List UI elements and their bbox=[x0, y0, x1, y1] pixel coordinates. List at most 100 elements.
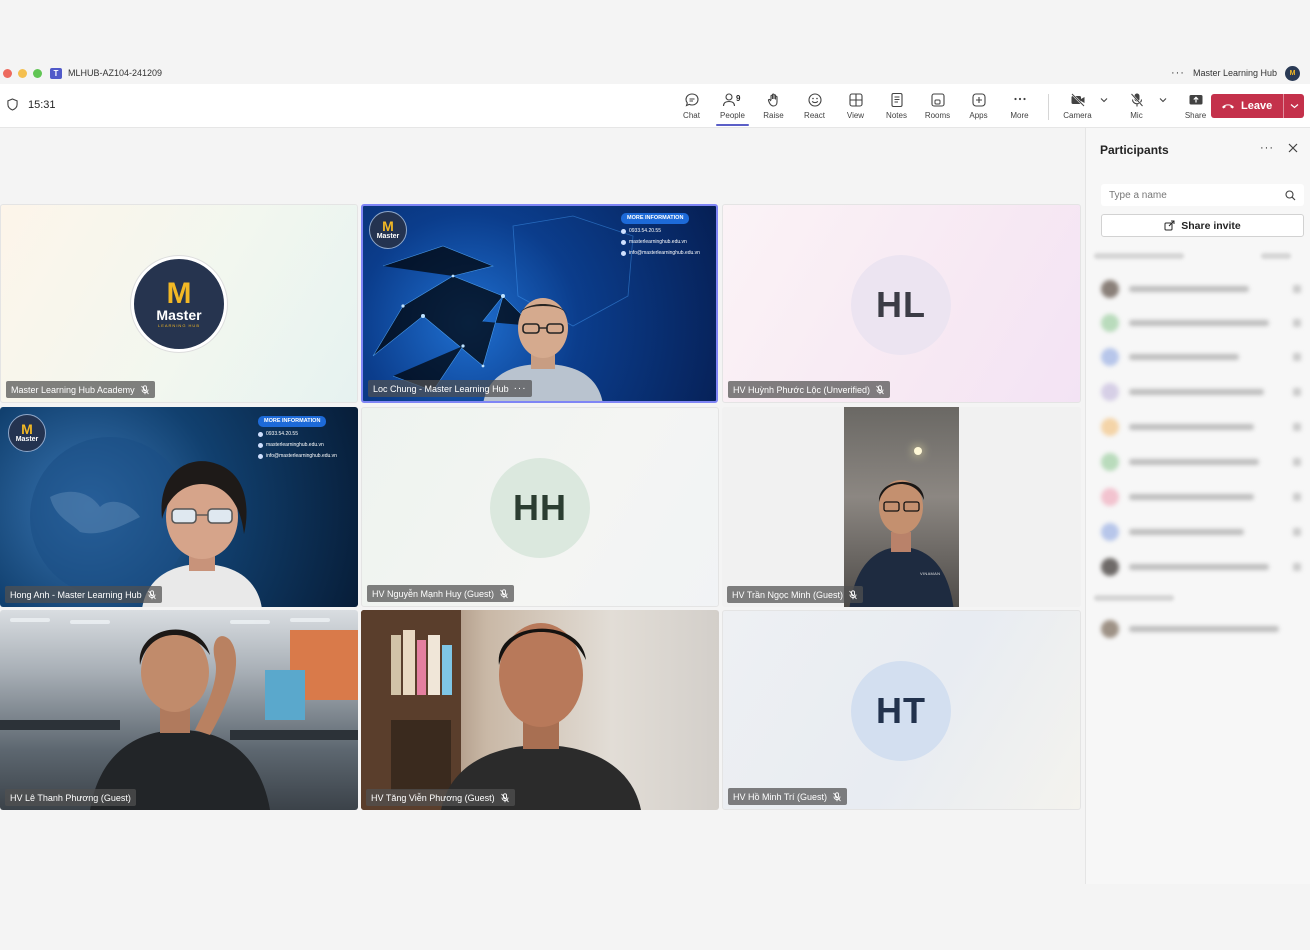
participant-list-item[interactable] bbox=[1101, 556, 1301, 578]
mic-off-icon bbox=[849, 589, 857, 599]
camera-off-icon bbox=[1070, 93, 1085, 107]
participant-name: HV Huỳnh Phước Lộc (Unverified) bbox=[733, 384, 870, 395]
participant-list-item[interactable] bbox=[1101, 451, 1301, 473]
participant-name-tag: HV Huỳnh Phước Lộc (Unverified) bbox=[728, 381, 890, 398]
panel-more-options-icon[interactable]: ··· bbox=[1260, 142, 1274, 154]
participant-list-item[interactable] bbox=[1101, 618, 1301, 640]
raise-hand-button[interactable]: Raise bbox=[753, 88, 794, 124]
camera-button[interactable]: Camera bbox=[1057, 88, 1098, 124]
window-title: MLHUB-AZ104-241209 bbox=[68, 68, 163, 78]
react-label: React bbox=[804, 111, 825, 120]
more-options-icon[interactable]: ··· bbox=[1171, 67, 1185, 79]
participant-video-person bbox=[90, 629, 270, 810]
react-button[interactable]: React bbox=[794, 88, 835, 124]
participant-list-item[interactable] bbox=[1101, 381, 1301, 403]
hand-icon bbox=[767, 93, 778, 107]
participant-tile[interactable]: HV Tăng Viễn Phương (Guest) bbox=[361, 610, 719, 810]
mic-off-icon bbox=[500, 792, 509, 802]
shirt-print: VINAMAN bbox=[920, 571, 941, 576]
participant-list-item[interactable] bbox=[1101, 416, 1301, 438]
participant-name-tag: Hong Anh - Master Learning Hub bbox=[5, 586, 162, 603]
participant-list-item[interactable] bbox=[1101, 346, 1301, 368]
contact-info-overlay: MORE INFORMATION 0933.54.20.55 masterlea… bbox=[621, 213, 700, 259]
camera-options-chevron-down-icon[interactable] bbox=[1098, 82, 1110, 118]
people-button[interactable]: 9 People bbox=[712, 88, 753, 126]
share-button[interactable]: Share bbox=[1175, 88, 1216, 124]
master-learning-hub-logo: M Master LEARNING HUB bbox=[131, 256, 227, 352]
avatar-initials: HH bbox=[490, 458, 590, 558]
list-mute-all[interactable] bbox=[1261, 253, 1291, 259]
participant-tile[interactable]: HH HV Nguyễn Mạnh Huy (Guest) bbox=[361, 407, 719, 607]
participant-list-item[interactable] bbox=[1101, 312, 1301, 334]
participant-name-tag: HV Trần Ngọc Minh (Guest) bbox=[727, 586, 864, 603]
avatar-initials: HT bbox=[851, 661, 951, 761]
participant-search-input[interactable]: Type a name bbox=[1101, 184, 1304, 206]
participant-video-person bbox=[142, 461, 262, 607]
participants-panel: Participants ··· Type a name Share invit… bbox=[1085, 128, 1310, 884]
view-label: View bbox=[846, 111, 865, 120]
share-screen-icon bbox=[1189, 95, 1202, 105]
participant-tile[interactable]: M Master LEARNING HUB Master Learning Hu… bbox=[0, 204, 358, 403]
participant-tile[interactable]: HL HV Huỳnh Phước Lộc (Unverified) bbox=[722, 204, 1081, 403]
participant-tile-active-speaker[interactable]: M Master MORE INFORMATION 0933.54.20.55 m… bbox=[361, 204, 718, 403]
master-logo-watermark: M Master bbox=[8, 414, 46, 452]
panel-title: Participants bbox=[1100, 143, 1169, 157]
mic-label: Mic bbox=[1130, 111, 1143, 120]
meeting-toolbar: 15:31 Chat 9 People Raise React View Not… bbox=[0, 84, 1310, 128]
participant-list-item[interactable] bbox=[1101, 521, 1301, 543]
participant-tile[interactable]: VINAMAN HV Trần Ngọc Minh (Guest) bbox=[722, 407, 1081, 607]
participant-list-item[interactable] bbox=[1101, 486, 1301, 508]
chat-label: Chat bbox=[683, 111, 700, 120]
smiley-icon bbox=[807, 93, 822, 107]
notes-icon bbox=[890, 92, 903, 108]
ellipsis-icon bbox=[1013, 97, 1026, 101]
participant-tile[interactable]: M Master MORE INFORMATION 0933.54.20.55 m… bbox=[0, 407, 358, 607]
elapsed-time: 15:31 bbox=[28, 98, 56, 111]
rooms-label: Rooms bbox=[924, 111, 951, 120]
participant-name: Loc Chung - Master Learning Hub bbox=[373, 383, 509, 394]
mic-off-icon bbox=[147, 589, 156, 599]
participant-tile[interactable]: HT HV Hồ Minh Trí (Guest) bbox=[722, 610, 1081, 810]
more-button[interactable]: More bbox=[999, 88, 1040, 124]
view-button[interactable]: View bbox=[835, 88, 876, 124]
participant-tile[interactable]: HV Lê Thanh Phương (Guest) bbox=[0, 610, 358, 810]
org-avatar[interactable]: M bbox=[1285, 65, 1300, 81]
ellipsis-icon[interactable]: ··· bbox=[514, 383, 527, 394]
participant-name: HV Hồ Minh Trí (Guest) bbox=[733, 791, 828, 802]
meeting-timer: 15:31 bbox=[7, 98, 56, 111]
avatar-initials: HL bbox=[851, 255, 951, 355]
participant-list-item[interactable] bbox=[1101, 278, 1301, 300]
close-window-button[interactable] bbox=[3, 68, 12, 78]
participant-name: HV Trần Ngọc Minh (Guest) bbox=[732, 589, 844, 600]
toolbar-divider bbox=[1048, 94, 1049, 120]
portrait-video-feed: VINAMAN bbox=[844, 407, 959, 607]
participant-video-person bbox=[441, 623, 641, 810]
mic-options-chevron-down-icon[interactable] bbox=[1157, 82, 1169, 118]
apps-button[interactable]: Apps bbox=[958, 88, 999, 124]
close-icon[interactable] bbox=[1288, 143, 1298, 153]
leave-button[interactable]: Leave bbox=[1211, 94, 1304, 118]
people-label: People bbox=[720, 111, 745, 120]
participant-name: HV Nguyễn Mạnh Huy (Guest) bbox=[372, 588, 495, 599]
rooms-button[interactable]: Rooms bbox=[917, 88, 958, 124]
shield-icon bbox=[7, 98, 18, 111]
apps-label: Apps bbox=[969, 111, 988, 120]
list-section-header[interactable] bbox=[1094, 595, 1174, 601]
people-icon bbox=[722, 93, 735, 107]
leave-options-chevron-down-icon[interactable] bbox=[1283, 94, 1304, 118]
participant-name-tag: HV Lê Thanh Phương (Guest) bbox=[5, 789, 136, 806]
minimize-window-button[interactable] bbox=[18, 68, 27, 78]
chat-button[interactable]: Chat bbox=[671, 88, 712, 124]
master-logo-watermark: M Master bbox=[369, 211, 407, 249]
share-invite-label: Share invite bbox=[1181, 219, 1241, 232]
window-controls[interactable] bbox=[3, 68, 42, 78]
mic-off-icon bbox=[833, 791, 841, 801]
list-section-header[interactable] bbox=[1094, 253, 1184, 259]
mic-off-icon bbox=[140, 384, 149, 394]
share-invite-button[interactable]: Share invite bbox=[1101, 214, 1304, 237]
notes-button[interactable]: Notes bbox=[876, 88, 917, 124]
leave-label: Leave bbox=[1241, 100, 1273, 112]
participant-name: Hong Anh - Master Learning Hub bbox=[10, 589, 142, 600]
maximize-window-button[interactable] bbox=[33, 68, 42, 78]
mic-button[interactable]: Mic bbox=[1116, 88, 1157, 124]
